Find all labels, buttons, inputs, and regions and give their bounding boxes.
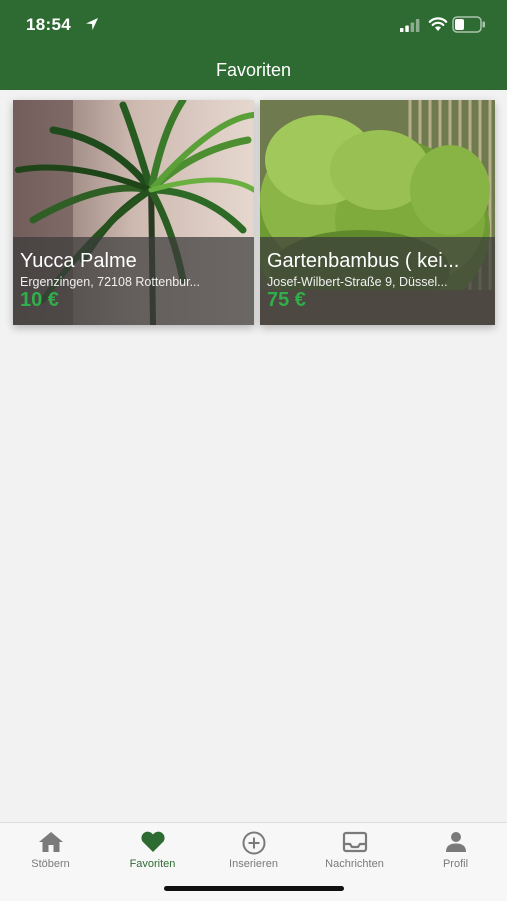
page-title: Favoriten [215,60,292,80]
location-arrow-icon [86,18,98,30]
person-icon [445,832,466,852]
plus-circle-icon [242,831,265,855]
cellular-signal-icon [400,19,420,32]
listing-price: 10 € [20,289,59,311]
status-bar: 18:54 [0,0,507,52]
tab-label: Nachrichten [325,858,384,870]
listing-card[interactable]: Gartenbambus ( kei... Josef-Wilbert-Stra… [260,100,495,325]
app-header: 18:54 Favoriten [0,0,507,90]
listing-price: 75 € [267,289,306,311]
listing-title: Gartenbambus ( kei... [267,250,460,272]
home-icon [38,832,63,852]
tab-label: Favoriten [129,858,176,870]
tab-label: Inserieren [229,858,278,870]
listing-location: Josef-Wilbert-Straße 9, Düssel... [267,275,448,289]
tab-stoebern[interactable]: Stöbern [0,823,101,883]
heart-icon [140,831,165,852]
tab-inserieren[interactable]: Inserieren [203,823,304,883]
listing-title: Yucca Palme [20,250,137,272]
home-indicator [164,886,344,891]
listing-location: Ergenzingen, 72108 Rottenbur... [20,275,200,289]
tab-nachrichten[interactable]: Nachrichten [304,823,405,883]
battery-icon [452,16,485,33]
tab-favoriten[interactable]: Favoriten [102,823,203,883]
wifi-icon [428,17,448,31]
tab-label: Stöbern [31,858,70,870]
status-time: 18:54 [26,15,71,34]
listing-card[interactable]: Yucca Palme Ergenzingen, 72108 Rottenbur… [13,100,254,325]
tab-label: Profil [442,858,469,870]
tab-profil[interactable]: Profil [405,823,506,883]
inbox-icon [342,831,367,853]
